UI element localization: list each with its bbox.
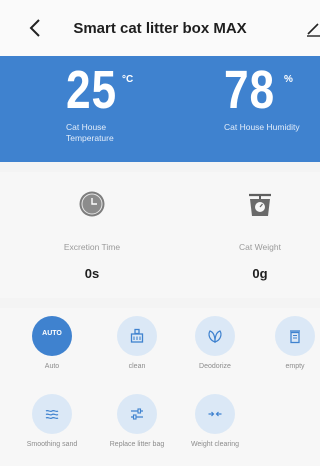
control-weight-clearing[interactable]: Weight clearing xyxy=(183,394,247,449)
climate-card: 25 °C Cat House Temperature 78 % Cat Hou… xyxy=(0,56,320,162)
page-title: Smart cat litter box MAX xyxy=(73,20,247,37)
control-empty[interactable]: empty xyxy=(263,316,320,371)
humidity-label: Cat House Humidity xyxy=(224,122,300,132)
empty-button[interactable] xyxy=(275,316,315,356)
clock-icon xyxy=(79,191,105,217)
arrows-icon xyxy=(208,411,222,417)
control-auto[interactable]: AUTO Auto xyxy=(20,316,84,371)
leaf-icon xyxy=(208,330,222,343)
top-bar: Smart cat litter box MAX xyxy=(0,0,320,56)
bin-icon xyxy=(290,330,300,344)
smoothing-sand-button[interactable] xyxy=(32,394,72,434)
edit-button[interactable] xyxy=(306,18,320,38)
temperature-unit: °C xyxy=(122,74,134,85)
back-button[interactable] xyxy=(24,16,48,40)
weight-clearing-label: Weight clearing xyxy=(190,441,240,448)
chevron-left-icon xyxy=(29,19,40,37)
weight-label: Cat Weight xyxy=(239,242,281,252)
smoothing-sand-label: Smoothing sand xyxy=(26,441,78,448)
clean-button[interactable] xyxy=(117,316,157,356)
clean-label: clean xyxy=(128,363,146,370)
weight-clearing-button[interactable] xyxy=(195,394,235,434)
metrics-panel: Excretion Time 0s Cat Weight 0g xyxy=(0,172,320,298)
scale-icon xyxy=(249,193,271,216)
excretion-value: 0s xyxy=(84,266,100,281)
pencil-icon xyxy=(307,23,320,37)
auto-label: Auto xyxy=(44,363,60,370)
deodorize-button[interactable] xyxy=(195,316,235,356)
humidity-value: 78 xyxy=(224,60,275,120)
replace-litter-bag-label: Replace litter bag xyxy=(109,441,165,448)
sliders-icon xyxy=(131,408,143,420)
deodorize-label: Deodorize xyxy=(199,363,231,370)
waves-icon xyxy=(45,409,59,420)
control-replace-litter-bag[interactable]: Replace litter bag xyxy=(105,394,169,449)
weight-value: 0g xyxy=(252,266,268,281)
excretion-label: Excretion Time xyxy=(63,242,121,252)
control-clean[interactable]: clean xyxy=(105,316,169,371)
empty-label: empty xyxy=(285,363,305,370)
auto-button[interactable]: AUTO xyxy=(32,316,72,356)
replace-litter-bag-button[interactable] xyxy=(117,394,157,434)
temperature-value: 25 xyxy=(66,60,117,120)
temperature-label: Cat House Temperature xyxy=(66,122,114,143)
control-deodorize[interactable]: Deodorize xyxy=(183,316,247,371)
clean-icon xyxy=(130,328,144,343)
auto-icon: AUTO xyxy=(42,330,62,337)
humidity-unit: % xyxy=(284,74,293,85)
control-smoothing-sand[interactable]: Smoothing sand xyxy=(20,394,84,449)
controls-panel: AUTO Auto clean Deodorize empty Smoothin… xyxy=(0,308,320,466)
